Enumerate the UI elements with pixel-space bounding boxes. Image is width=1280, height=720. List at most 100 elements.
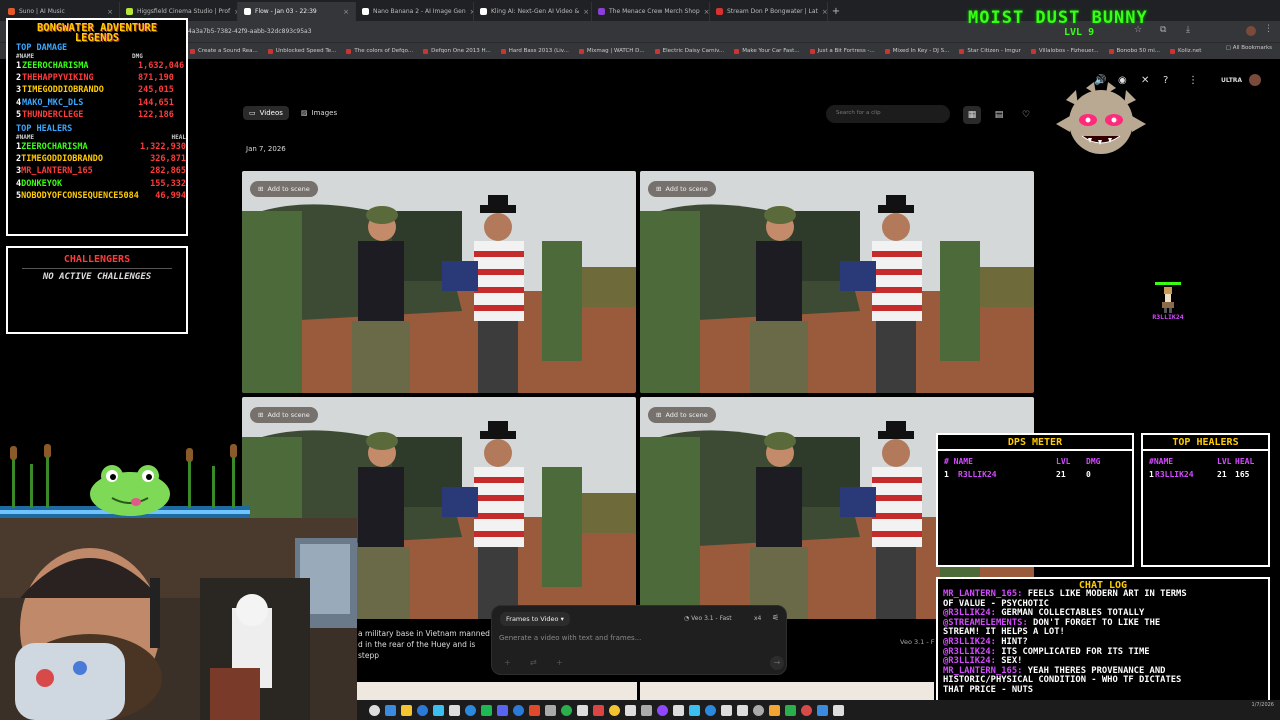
all-bookmarks[interactable]: ▢ All Bookmarks — [1226, 45, 1272, 51]
menu-icon[interactable]: ⋮ — [1264, 24, 1273, 34]
partial-thumbnail[interactable] — [640, 682, 934, 700]
chat-username: @R3LLIK24: — [943, 656, 996, 667]
app-icon[interactable] — [801, 704, 812, 716]
download-icon[interactable]: ⤓ — [1186, 25, 1190, 35]
extensions-icon[interactable]: ⧉ — [1160, 25, 1166, 35]
close-icon[interactable]: × — [343, 8, 349, 16]
bookmark-label: The colors of Defqo... — [354, 48, 414, 54]
video-thumbnail[interactable]: ⊞ Add to scene — [242, 171, 636, 393]
start-icon[interactable] — [369, 704, 380, 716]
close-icon[interactable]: × — [583, 8, 589, 16]
prompt-input[interactable]: Generate a video with text and frames... — [499, 634, 641, 642]
browser-tab[interactable]: The Menace Crew Merch Shop × — [592, 2, 710, 21]
bookmark-item[interactable]: Electric Daisy Carniv... — [654, 48, 724, 54]
leaderboard-row: 3 TIMEGODDIOBRANDO 245,015 — [16, 84, 186, 96]
app-icon[interactable] — [593, 704, 604, 716]
tab-images[interactable]: ▨ Images — [295, 106, 343, 120]
count-select[interactable]: x4 — [754, 615, 761, 622]
app-icon[interactable] — [721, 704, 732, 716]
app-icon[interactable] — [609, 704, 620, 716]
bookmark-item[interactable]: Star Citizen - Imgur — [959, 48, 1021, 54]
stream-title: MOIST DUST BUNNY — [968, 8, 1148, 28]
partial-thumbnail[interactable] — [357, 682, 637, 700]
favorites-icon[interactable]: ♡ — [1017, 106, 1035, 124]
bookmark-item[interactable]: Unblocked Speed Te... — [267, 48, 336, 54]
app-icon[interactable] — [785, 704, 796, 716]
app-icon[interactable] — [577, 704, 588, 716]
row-name: MAKO_MKC_DLS — [22, 97, 84, 108]
app-icon[interactable] — [737, 704, 748, 716]
browser-icon[interactable] — [513, 704, 524, 716]
send-button[interactable]: → — [770, 656, 784, 670]
add-frame-icon[interactable]: + — [556, 658, 563, 667]
app-icon[interactable] — [833, 704, 844, 716]
app-icon[interactable] — [673, 704, 684, 716]
app-icon[interactable] — [705, 704, 716, 716]
bookmark-item[interactable]: Mixmag | WATCH D... — [578, 48, 645, 54]
bookmark-item[interactable]: Make Your Car Fast... — [734, 48, 800, 54]
bookmark-item[interactable]: Just a Bit Fortress -... — [809, 48, 875, 54]
close-icon[interactable]: × — [107, 8, 113, 16]
app-icon[interactable] — [641, 704, 652, 716]
xbox-icon[interactable] — [561, 704, 572, 716]
search-icon[interactable] — [385, 704, 396, 716]
app-icon[interactable] — [769, 704, 780, 716]
new-tab-button[interactable]: + — [828, 2, 844, 21]
browser-tab[interactable]: Kling AI: Next-Gen AI Video & × — [474, 2, 592, 21]
add-to-scene-label: Add to scene — [267, 185, 310, 193]
chrome-icon[interactable] — [529, 704, 540, 716]
sprite-health-bar — [1155, 282, 1181, 285]
app-icon[interactable] — [545, 704, 556, 716]
browser-tab[interactable]: Flow - Jan 03 - 22:39 × — [238, 2, 356, 21]
grid-view-icon[interactable]: ▦ — [963, 106, 981, 124]
list-view-icon[interactable]: ▤ — [990, 106, 1008, 124]
add-frame-icon[interactable]: + — [504, 658, 511, 667]
tune-icon[interactable]: ⚟ — [772, 613, 779, 622]
store-icon[interactable] — [465, 704, 476, 716]
bookmark-item[interactable]: Koliz.net — [1169, 48, 1201, 54]
add-to-scene-button[interactable]: ⊞ Add to scene — [648, 407, 716, 423]
url-text[interactable]: 4a3a7b5-7382-42f9-aabb-32dc893c95a3 — [188, 28, 312, 35]
spotify-icon[interactable] — [481, 704, 492, 716]
bookmark-item[interactable]: Bonobo 50 mi... — [1108, 48, 1160, 54]
bookmark-item[interactable]: Hard Bass 2013 (Liv... — [500, 48, 569, 54]
model-select[interactable]: ◔ Veo 3.1 - Fast — [684, 615, 732, 622]
chat-message: HISTORIC/PHYSICAL CONDITION - WHO TF DIC… — [943, 675, 1182, 686]
close-icon[interactable]: × — [704, 8, 709, 16]
add-to-scene-button[interactable]: ⊞ Add to scene — [250, 181, 318, 197]
browser-tab[interactable]: Stream Don P Bongwater | Lat × — [710, 2, 828, 21]
bookmark-item[interactable]: The colors of Defqo... — [346, 48, 413, 54]
row-name: MR_LANTERN_165 — [21, 166, 93, 177]
user-avatar[interactable] — [1249, 74, 1261, 86]
app-icon[interactable] — [689, 704, 700, 716]
profile-avatar[interactable] — [1246, 26, 1256, 36]
app-icon[interactable] — [625, 704, 636, 716]
bookmark-item[interactable]: Villalobos - Fizheuer... — [1030, 48, 1099, 54]
leaderboard-row: 5 NOBODYOFCONSEQUENCE5084 46,994 — [16, 190, 186, 202]
app-icon[interactable] — [817, 704, 828, 716]
more-icon[interactable]: ⋮ — [1188, 75, 1198, 86]
bookmark-favicon-icon — [578, 48, 584, 54]
help-icon[interactable]: ? — [1163, 75, 1168, 86]
damage-columns: #NAME DMG — [16, 53, 143, 60]
add-to-scene-button[interactable]: ⊞ Add to scene — [250, 407, 318, 423]
video-thumbnail[interactable]: ⊞ Add to scene — [640, 171, 1034, 393]
twitch-icon[interactable] — [657, 704, 668, 716]
tab-videos[interactable]: ▭ Videos — [243, 106, 289, 120]
mode-select[interactable]: Frames to Video ▾ — [500, 612, 570, 626]
file-explorer-icon[interactable] — [401, 704, 412, 716]
add-to-scene-button[interactable]: ⊞ Add to scene — [648, 181, 716, 197]
discord-icon[interactable] — [497, 704, 508, 716]
bookmark-item[interactable]: Defqon One 2013 H... — [423, 48, 491, 54]
bookmark-label: Mixmag | WATCH D... — [586, 48, 645, 54]
clip-search-input[interactable]: Search for a clip — [826, 105, 950, 123]
close-icon[interactable]: × — [822, 8, 827, 16]
app-icon[interactable] — [449, 704, 460, 716]
bookmark-item[interactable]: Create a Sound Rea... — [190, 48, 258, 54]
swap-icon[interactable]: ⇄ — [530, 658, 537, 667]
browser-tab[interactable]: Nano Banana 2 - AI Image Gen× — [356, 2, 474, 21]
bookmark-item[interactable]: Mixed In Key - DJ S... — [884, 48, 949, 54]
edge-icon[interactable] — [417, 704, 428, 716]
app-icon[interactable] — [753, 704, 764, 716]
mail-icon[interactable] — [433, 704, 444, 716]
